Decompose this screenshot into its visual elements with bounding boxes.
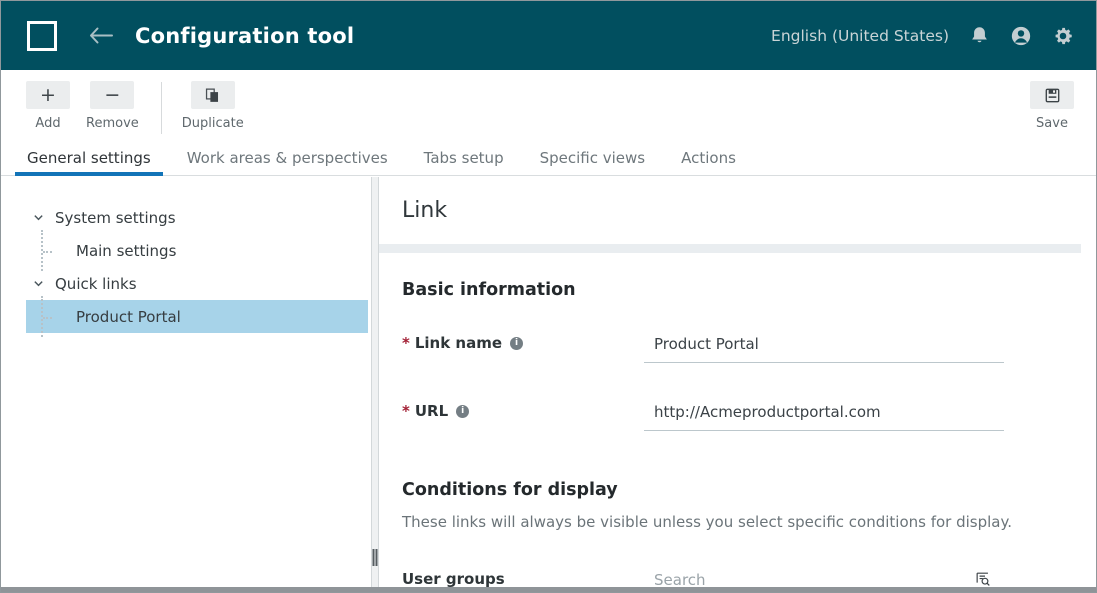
detail-panel: Link Basic information * Link name i * U… [379,177,1096,587]
link-name-field-row: * Link name i [402,334,1096,363]
add-button[interactable]: + Add [26,81,70,131]
tab-tabs-setup[interactable]: Tabs setup [412,141,516,175]
page-title: Configuration tool [135,24,354,48]
tab-general-settings[interactable]: General settings [15,141,163,175]
chevron-down-icon[interactable] [33,278,44,289]
save-button-label: Save [1036,116,1068,131]
user-button[interactable] [1010,25,1032,47]
user-groups-search-input[interactable] [644,571,1004,587]
back-button[interactable] [89,27,113,44]
required-marker: * [402,402,410,420]
tree-item-label: System settings [55,209,176,227]
app-logo [27,21,57,51]
url-label: * URL i [402,402,644,420]
tree-item-label: Product Portal [76,308,181,326]
url-input[interactable] [644,403,1004,431]
required-marker: * [402,334,410,352]
toolbar-left-group: + Add − Remove Duplicate [26,81,244,134]
search-list-icon[interactable] [974,570,992,587]
horizontal-scrollbar[interactable] [1,587,1096,592]
link-name-input[interactable] [644,335,1004,363]
back-arrow-icon [89,27,113,44]
info-icon[interactable]: i [456,405,469,418]
tab-bar: General settings Work areas & perspectiv… [1,141,1096,176]
configuration-tool-window: Configuration tool English (United State… [0,0,1097,593]
settings-button[interactable] [1052,25,1074,47]
save-icon [1030,81,1074,109]
conditions-for-display-heading: Conditions for display [402,480,1096,500]
url-field-row: * URL i [402,402,1096,431]
toolbar: + Add − Remove Duplicate [1,70,1096,141]
minus-icon: − [90,81,134,109]
header-actions: English (United States) [771,25,1074,47]
tab-specific-views[interactable]: Specific views [528,141,658,175]
link-name-label: * Link name i [402,334,644,352]
tree-item-product-portal[interactable]: Product Portal [26,300,368,333]
gear-icon [1052,25,1074,47]
tree-item-system-settings[interactable]: System settings [26,201,368,234]
save-button[interactable]: Save [1030,81,1074,131]
bell-icon [969,25,990,46]
user-groups-label: User groups [402,570,644,587]
tab-work-areas-perspectives[interactable]: Work areas & perspectives [175,141,400,175]
toolbar-divider [161,82,162,134]
tree-item-main-settings[interactable]: Main settings [26,234,368,267]
tree-item-quick-links[interactable]: Quick links [26,267,368,300]
conditions-description: These links will always be visible unles… [402,513,1096,531]
navigation-tree: System settings Main settings Quick link… [1,177,371,587]
notifications-button[interactable] [969,25,990,46]
app-header: Configuration tool English (United State… [1,1,1096,70]
duplicate-button[interactable]: Duplicate [182,81,244,131]
detail-header: Link [379,177,1096,244]
section-divider-band [379,244,1081,253]
user-icon [1010,25,1032,47]
splitter-grip-icon [373,549,378,566]
chevron-down-icon[interactable] [33,212,44,223]
remove-button-label: Remove [86,116,139,131]
panel-splitter[interactable] [371,177,379,587]
detail-title: Link [402,198,447,223]
tree-item-label: Main settings [76,242,176,260]
user-groups-field-row: User groups [402,570,1096,587]
language-selector[interactable]: English (United States) [771,27,949,45]
duplicate-icon [191,81,235,109]
add-button-label: Add [35,116,60,131]
remove-button[interactable]: − Remove [86,81,139,131]
tree-item-label: Quick links [55,275,137,293]
tab-actions[interactable]: Actions [669,141,748,175]
info-icon[interactable]: i [510,337,523,350]
basic-information-heading: Basic information [402,280,1096,300]
plus-icon: + [26,81,70,109]
duplicate-button-label: Duplicate [182,116,244,131]
